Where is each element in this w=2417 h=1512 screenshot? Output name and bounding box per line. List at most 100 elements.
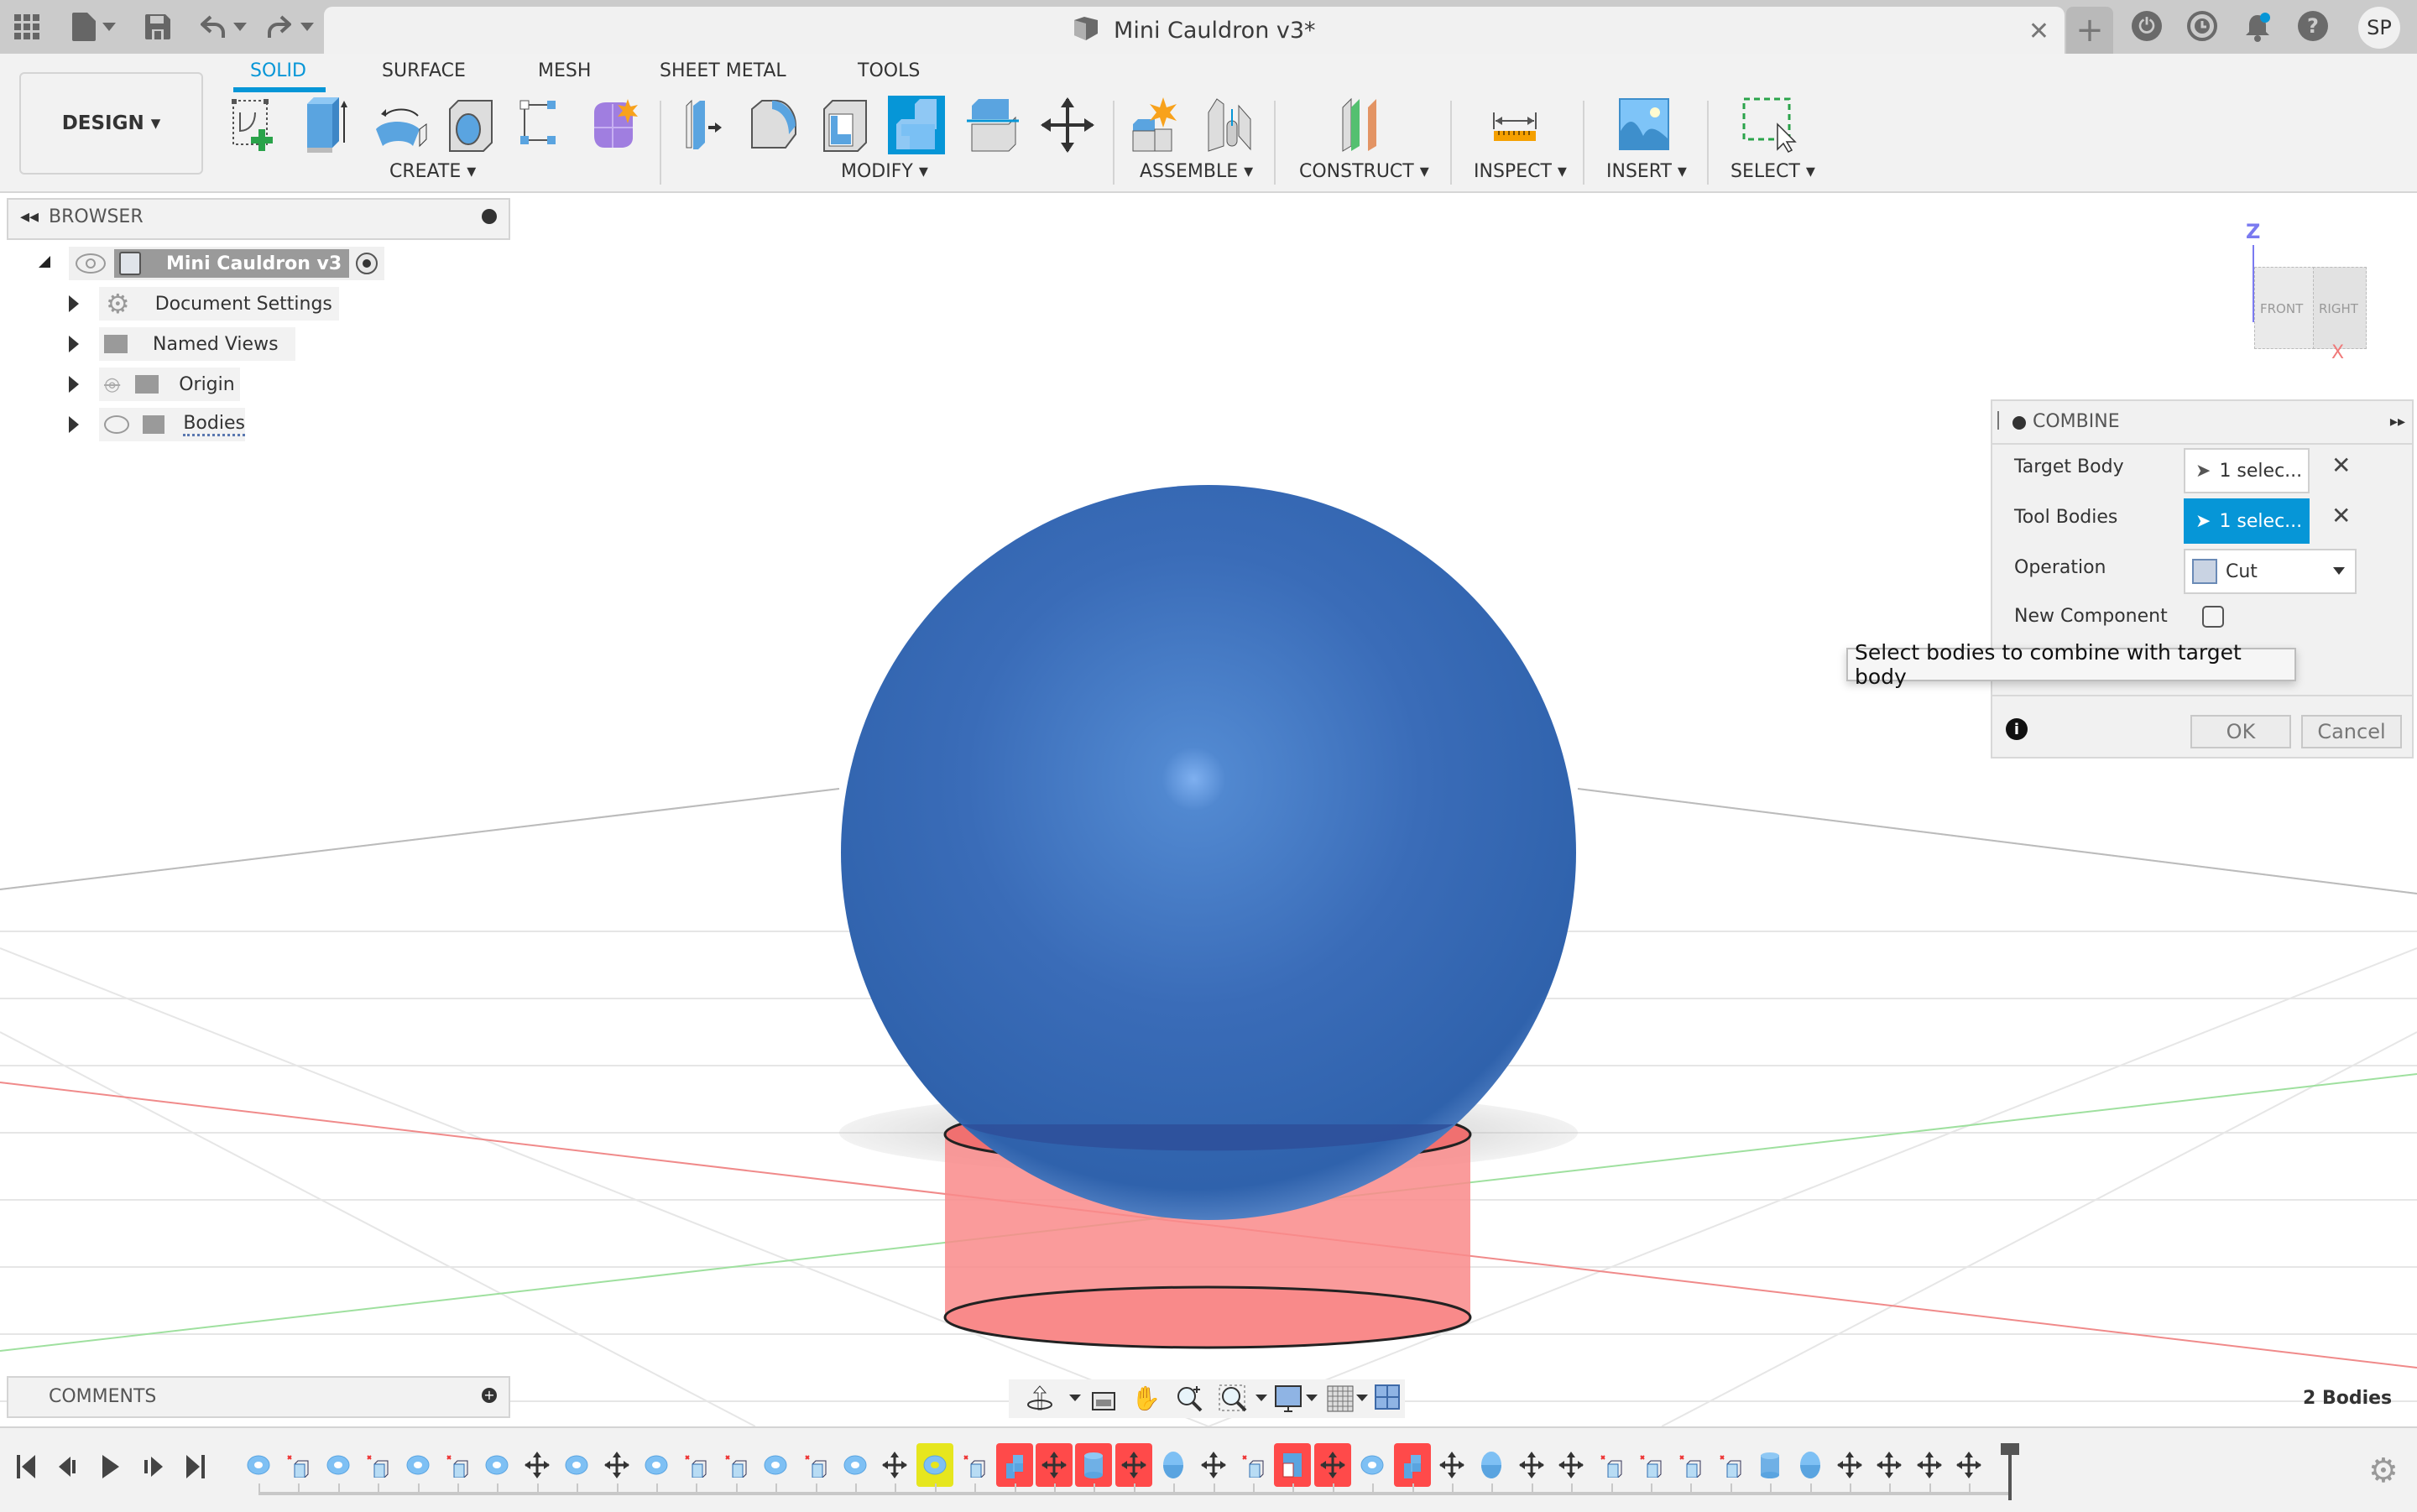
zoom-window-icon[interactable] [1219,1384,1247,1413]
expand-triangle-icon[interactable] [69,295,79,312]
timeline-feature-cylinder-error-icon[interactable] [1075,1443,1112,1487]
construct-menu[interactable]: CONSTRUCT ▾ [1299,161,1429,182]
eye-hidden-icon[interactable]: ◎ [104,374,120,395]
timeline-feature-move-icon[interactable] [1513,1443,1550,1487]
apps-grid-icon[interactable] [10,10,44,44]
new-component-checkbox[interactable] [2202,606,2224,628]
timeline-feature-sketch-error-icon[interactable] [1712,1443,1749,1487]
timeline-feature-move-error-icon[interactable] [1314,1443,1351,1487]
timeline-feature-sketch-icon[interactable] [638,1443,675,1487]
collapse-dialog-icon[interactable] [2012,416,2026,430]
pan-hand-icon[interactable]: ✋ [1131,1384,1161,1413]
insert-image-icon[interactable] [1616,96,1673,154]
timeline-feature-sketch-icon[interactable] [558,1443,595,1487]
step-back-icon[interactable] [59,1455,79,1478]
timeline-feature-move-error-icon[interactable] [1036,1443,1073,1487]
look-at-icon[interactable] [1089,1384,1118,1413]
timeline-feature-sketch-error-icon[interactable] [1672,1443,1709,1487]
browser-item-named-views[interactable]: Named Views [99,327,295,361]
timeline-feature-move-icon[interactable] [1433,1443,1470,1487]
grid-settings-icon[interactable] [1326,1384,1355,1413]
timeline-feature-sketch-error-icon[interactable] [677,1443,714,1487]
redo-icon[interactable] [262,10,295,44]
timeline-feature-sphere-icon[interactable] [1792,1443,1829,1487]
tab-tools[interactable]: TOOLS [858,60,920,81]
viewcube[interactable]: Z FRONT RIGHT X [2237,220,2397,363]
timeline-feature-combine-error-icon[interactable] [1394,1443,1431,1487]
insert-menu[interactable]: INSERT ▾ [1606,161,1687,182]
timeline-feature-move-icon[interactable] [1195,1443,1232,1487]
timeline-feature-move-icon[interactable] [519,1443,556,1487]
browser-item-bodies[interactable]: Bodies [99,408,245,441]
timeline-feature-move-icon[interactable] [1553,1443,1590,1487]
create-menu[interactable]: CREATE ▾ [389,161,476,182]
select-window-icon[interactable] [1741,96,1798,154]
hole-icon[interactable] [445,96,502,154]
undo-icon[interactable] [196,10,230,44]
target-body-sphere[interactable] [841,485,1576,1220]
user-avatar[interactable]: SP [2358,7,2400,49]
expanded-triangle-icon[interactable] [39,256,50,268]
browser-item-origin[interactable]: ◎ Origin [99,368,240,401]
undo-menu-caret-icon[interactable] [233,23,247,31]
tab-mesh[interactable]: MESH [538,60,591,81]
timeline-feature-sphere-icon[interactable] [1155,1443,1192,1487]
create-form-icon[interactable] [589,96,646,154]
timeline-feature-move-icon[interactable] [1911,1443,1948,1487]
cancel-button[interactable]: Cancel [2301,715,2402,748]
viewports-icon[interactable] [1375,1384,1400,1413]
timeline-feature-move-icon[interactable] [1871,1443,1908,1487]
add-comment-icon[interactable]: + [482,1388,497,1403]
pattern-icon[interactable] [517,96,574,154]
timeline-feature-sketch-warning-icon[interactable] [916,1443,953,1487]
shell-icon[interactable] [819,96,876,154]
display-menu-caret-icon[interactable] [1306,1395,1318,1401]
measure-icon[interactable] [1489,96,1546,154]
tab-solid[interactable]: SOLID [250,60,306,81]
timeline-feature-move-error-icon[interactable] [1115,1443,1152,1487]
timeline-feature-sketch-error-icon[interactable] [718,1443,754,1487]
go-to-end-icon[interactable] [185,1455,205,1478]
joint-icon[interactable] [1202,96,1259,154]
timeline-feature-sketch-error-icon[interactable] [1235,1443,1271,1487]
expand-triangle-icon[interactable] [69,336,79,352]
timeline-feature-sketch-icon[interactable] [757,1443,794,1487]
redo-menu-caret-icon[interactable] [300,23,314,31]
timeline-feature-sketch-icon[interactable] [399,1443,436,1487]
timeline-feature-cylinder-icon[interactable] [1751,1443,1788,1487]
extensions-icon[interactable]: ⏻ [2132,11,2162,41]
step-forward-icon[interactable] [143,1455,163,1478]
modify-menu[interactable]: MODIFY ▾ [841,161,928,182]
extrude-icon[interactable] [300,96,358,154]
assemble-menu[interactable]: ASSEMBLE ▾ [1140,161,1253,182]
file-icon[interactable] [67,10,101,44]
press-pull-icon[interactable] [675,96,732,154]
timeline-feature-move-icon[interactable] [598,1443,635,1487]
play-icon[interactable] [101,1455,121,1478]
workspace-switcher-button[interactable]: DESIGN ▾ [19,72,203,175]
grid-menu-caret-icon[interactable] [1356,1395,1368,1401]
info-icon[interactable]: i [2006,718,2028,740]
timeline-feature-shell-error-icon[interactable] [1274,1443,1311,1487]
timeline-feature-sketch-error-icon[interactable] [279,1443,316,1487]
help-icon[interactable]: ? [2298,11,2328,41]
notifications-icon[interactable] [2242,12,2273,42]
inspect-menu[interactable]: INSPECT ▾ [1474,161,1567,182]
timeline-settings-gear-icon[interactable]: ⚙ [2368,1452,2399,1490]
revolve-icon[interactable] [373,96,430,154]
ok-button[interactable]: OK [2190,715,2291,748]
close-tab-icon[interactable]: ✕ [2028,17,2049,46]
3d-viewport[interactable] [0,193,2417,1426]
timeline-feature-move-icon[interactable] [1831,1443,1868,1487]
expand-triangle-icon[interactable] [69,376,79,393]
timeline-feature-sketch-error-icon[interactable] [359,1443,396,1487]
expand-dialog-icon[interactable]: ▸▸ [2390,413,2405,430]
go-to-start-icon[interactable] [17,1455,37,1478]
timeline-feature-sketch-error-icon[interactable] [956,1443,993,1487]
activate-radio-icon[interactable] [356,253,378,274]
offset-plane-icon[interactable] [1336,96,1393,154]
file-menu-caret-icon[interactable] [102,23,116,31]
timeline-feature-move-icon[interactable] [1950,1443,1987,1487]
combine-dialog-header[interactable]: COMBINE ▸▸ [1992,401,2412,445]
move-copy-icon[interactable] [1039,96,1096,154]
